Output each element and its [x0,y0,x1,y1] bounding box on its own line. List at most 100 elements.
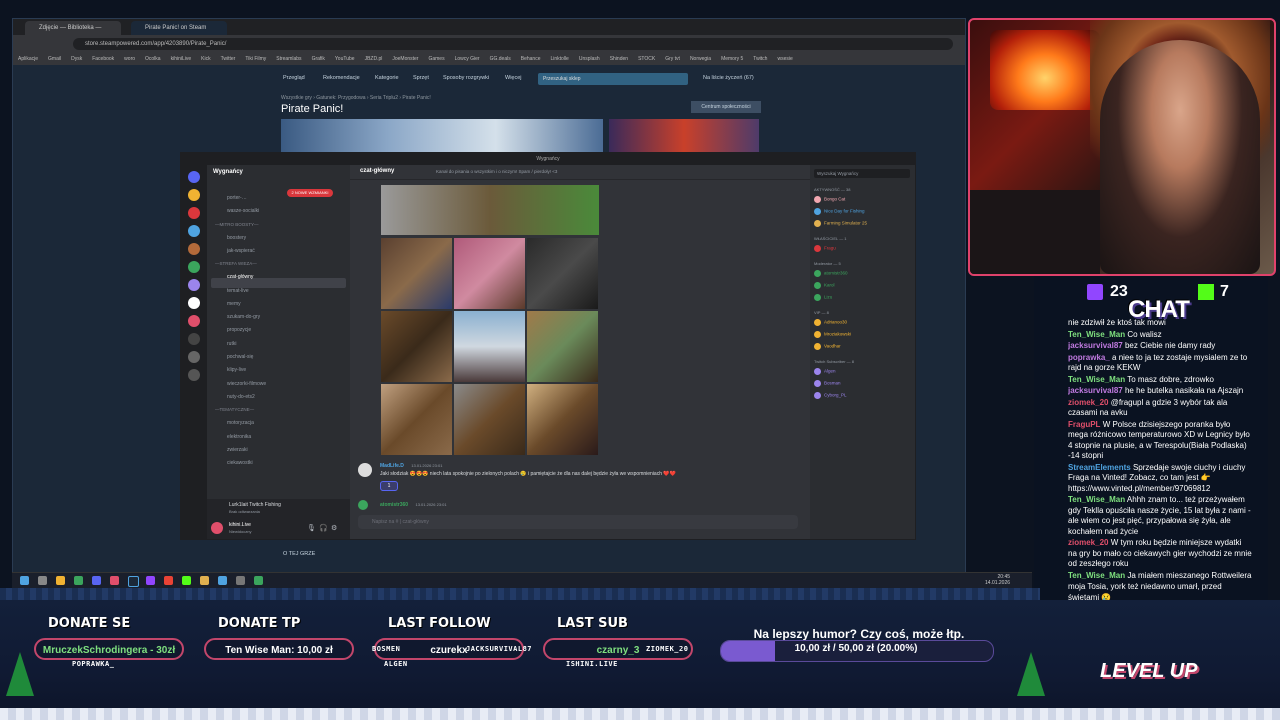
member-row[interactable]: Farming Simulator 25 [814,220,867,227]
image-attachment[interactable] [454,384,525,455]
server-icon[interactable] [188,207,200,219]
image-attachment[interactable] [454,311,525,382]
bookmark-item[interactable]: Kick [201,56,210,62]
channel-item[interactable]: zwierzaki [215,447,248,453]
channel-category[interactable]: —STREFA WIEZA— [215,261,257,266]
channel-item[interactable]: nuty-do-ets2 [215,394,255,400]
app-icon[interactable] [236,576,245,585]
channel-item[interactable]: wieczorki-filmowe [215,381,266,387]
bookmark-item[interactable]: Grafik [312,56,325,62]
chat-username[interactable]: Ten_Wise_Man [1068,495,1125,504]
channel-item[interactable]: boostery [215,235,246,241]
bookmark-item[interactable]: Ocolka [145,56,161,62]
channel-item[interactable]: szukam-do-gry [215,314,260,320]
chat-username[interactable]: FraguPL [1068,420,1100,429]
bookmark-item[interactable]: JoeMonster [392,56,418,62]
image-attachment[interactable] [381,185,599,235]
app-icon[interactable] [182,576,191,585]
member-row[interactable]: atomistr360 [814,270,848,277]
member-search-input[interactable]: Wyszukaj Wygnańcy [814,169,910,178]
server-icon[interactable] [188,189,200,201]
image-attachment[interactable] [381,384,452,455]
steam-search-input[interactable]: Przeszukaj sklep [538,73,688,85]
bookmark-item[interactable]: Gmail [48,56,61,62]
bookmark-item[interactable]: Twitch [753,56,767,62]
reaction-chip[interactable]: 1 [380,481,398,491]
explorer-icon[interactable] [56,576,65,585]
channel-item[interactable]: motoryzacja [215,420,254,426]
chat-username[interactable]: jacksurvival87 [1068,386,1123,395]
server-icon[interactable] [188,333,200,345]
bookmark-item[interactable]: Aplikacje [18,56,38,62]
app-icon[interactable] [218,576,227,585]
gear-icon[interactable]: ⚙ [331,524,337,532]
app-icon[interactable] [200,576,209,585]
server-icon[interactable] [188,261,200,273]
server-icon[interactable] [188,315,200,327]
discord-icon[interactable] [92,576,101,585]
address-bar[interactable]: store.steampowered.com/app/4203890/Pirat… [73,38,953,50]
nav-playstyles[interactable]: Sposoby rozgrywki [443,75,489,81]
bookmark-item[interactable]: Games [428,56,444,62]
app-icon[interactable] [74,576,83,585]
chat-username[interactable]: ziomek_20 [1068,538,1108,547]
channel-item[interactable]: memy [215,301,241,307]
channel-item[interactable]: elektronika [215,434,251,440]
member-row[interactable]: Adrianoo30 [814,319,847,326]
bookmark-item[interactable]: JBZD.pl [365,56,383,62]
member-row[interactable]: Karol [814,282,835,289]
avatar[interactable] [358,463,372,477]
start-icon[interactable] [20,576,29,585]
bookmark-item[interactable]: Unsplash [579,56,600,62]
member-row[interactable]: Nice Day for Fishing [814,208,865,215]
server-icon[interactable] [188,297,200,309]
headphones-icon[interactable]: 🎧 [319,524,328,532]
channel-category[interactable]: —MITRO BOOSTY— [215,222,259,227]
channel-item[interactable]: rutki [215,341,236,347]
image-attachment[interactable] [527,311,598,382]
bookmark-item[interactable]: Memory 5 [721,56,743,62]
member-row[interactable]: Mroziakowski [814,331,851,338]
member-row[interactable]: Lizu [814,294,832,301]
image-attachment[interactable] [381,311,452,382]
channel-item[interactable]: porter-… [215,195,247,201]
image-attachment[interactable] [527,384,598,455]
server-icon[interactable] [188,279,200,291]
nav-overview[interactable]: Przegląd [283,75,305,81]
bookmark-item[interactable]: Dysk [71,56,82,62]
server-icon[interactable] [188,351,200,363]
search-icon[interactable] [38,576,47,585]
channel-item[interactable]: ciekawostki [215,460,253,466]
browser-tab-steam[interactable]: Pirate Panic! on Steam [131,21,227,35]
channel-item[interactable]: czat-główny [215,274,253,280]
member-row[interactable]: Vaodhar [814,343,841,350]
message-author[interactable]: atomistr360 [380,502,408,508]
chat-username[interactable]: ziomek_20 [1068,398,1108,407]
chat-username[interactable]: jacksurvival87 [1068,341,1123,350]
bookmark-item[interactable]: Tiki Filmy [245,56,266,62]
member-row[interactable]: Bosman [814,380,841,387]
bookmark-item[interactable]: wsesie [777,56,792,62]
avatar[interactable] [358,500,368,510]
image-attachment[interactable] [527,238,598,309]
member-row[interactable]: Cyborg_PL [814,392,847,399]
message-author[interactable]: MadLife.D [380,463,404,469]
bookmark-item[interactable]: woro [124,56,135,62]
chat-username[interactable]: Ten_Wise_Man [1068,571,1125,580]
bookmark-item[interactable]: Gry tvt [665,56,680,62]
mic-icon[interactable]: 🎙 [307,524,316,532]
steam-icon[interactable] [128,576,139,587]
game-screenshot-thumb[interactable] [609,119,759,155]
nav-categories[interactable]: Kategorie [375,75,399,81]
game-screenshot[interactable] [281,119,603,155]
nav-more[interactable]: Więcej [505,75,522,81]
channel-item[interactable]: klipy-live [215,367,246,373]
bookmark-item[interactable]: Facebook [92,56,114,62]
bookmark-item[interactable]: kihiniLive [171,56,192,62]
avatar[interactable] [211,522,223,534]
channel-item[interactable]: propozycje [215,327,251,333]
xbox-icon[interactable] [254,576,263,585]
bookmark-item[interactable]: Behance [521,56,541,62]
bookmark-item[interactable]: STOCK [638,56,655,62]
server-icon[interactable] [188,243,200,255]
